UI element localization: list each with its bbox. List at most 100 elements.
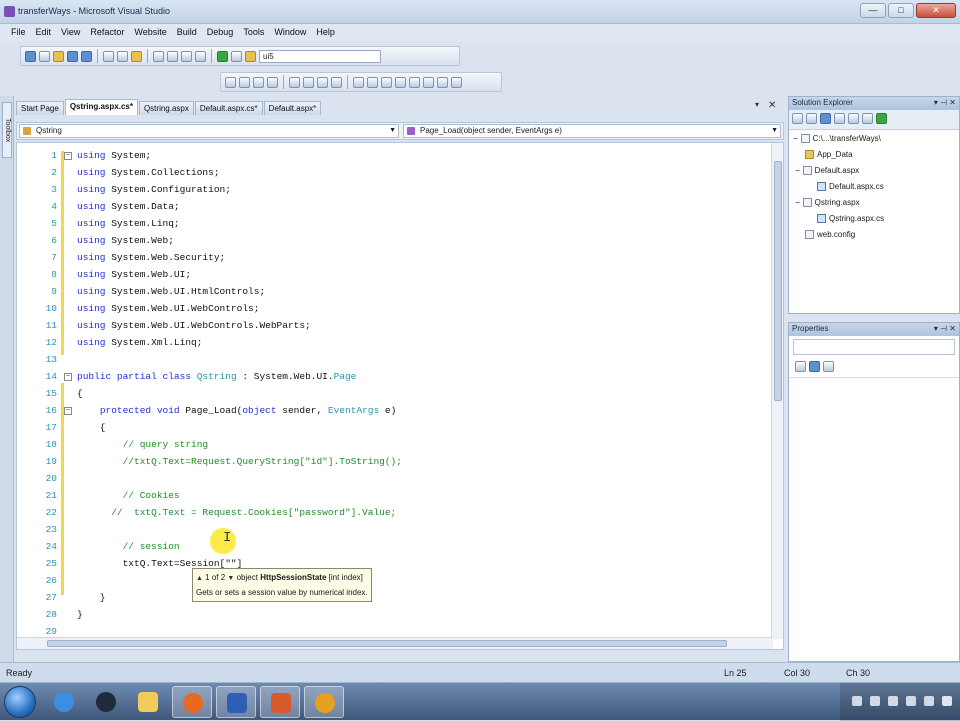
start-button[interactable]	[4, 686, 36, 718]
member-combo[interactable]: Page_Load(object sender, EventArgs e) ▼	[403, 124, 781, 138]
find-icon[interactable]	[231, 50, 242, 62]
menu-website[interactable]: Website	[129, 24, 171, 42]
next-bookmark-icon[interactable]	[381, 76, 392, 88]
editor-horizontal-scrollbar[interactable]	[17, 637, 773, 649]
show-all-files-icon[interactable]	[806, 113, 817, 124]
find-in-files-icon[interactable]	[245, 50, 256, 62]
new-project-icon[interactable]	[25, 50, 36, 62]
network-icon[interactable]	[888, 696, 898, 706]
expander-icon[interactable]: −	[795, 198, 800, 207]
outline-collapse-icon[interactable]: −	[64, 407, 72, 415]
tree-node-qstring-aspx[interactable]: − Qstring.aspx	[795, 198, 860, 207]
minimize-button[interactable]: —	[860, 3, 886, 18]
menu-window[interactable]: Window	[269, 24, 311, 42]
decrease-indent-icon[interactable]	[289, 76, 300, 88]
menu-help[interactable]: Help	[311, 24, 340, 42]
taskbar-internet-explorer[interactable]	[44, 686, 84, 718]
clear-bookmarks-icon[interactable]	[451, 76, 462, 88]
menu-build[interactable]: Build	[172, 24, 202, 42]
display-object-member-list-icon[interactable]	[225, 76, 236, 88]
close-tab-icon[interactable]: ✕	[768, 100, 776, 111]
categorized-icon[interactable]	[795, 361, 806, 372]
navigate-forward-icon[interactable]	[195, 50, 206, 62]
menu-debug[interactable]: Debug	[202, 24, 239, 42]
tree-node-web-config[interactable]: web.config	[805, 230, 855, 239]
start-debugging-icon[interactable]	[217, 50, 228, 62]
volume-icon[interactable]	[906, 696, 916, 706]
class-combo[interactable]: Qstring ▼	[19, 124, 399, 138]
alphabetical-icon[interactable]	[809, 361, 820, 372]
comment-icon[interactable]	[317, 76, 328, 88]
tray-icon[interactable]	[924, 696, 934, 706]
taskbar-visual-studio[interactable]	[304, 686, 344, 718]
expander-icon[interactable]: −	[795, 166, 800, 175]
outline-collapse-icon[interactable]: −	[64, 152, 72, 160]
taskbar-explorer[interactable]	[128, 686, 168, 718]
panel-pin-close-icons[interactable]: ▾ ⊣ ✕	[934, 323, 956, 335]
tab-qstring-aspx[interactable]: Qstring.aspx	[138, 101, 194, 115]
tab-qstring-aspx-cs[interactable]: Qstring.aspx.cs*	[64, 99, 138, 115]
bookmark-icon[interactable]	[353, 76, 364, 88]
refresh-icon[interactable]	[820, 113, 831, 124]
open-file-icon[interactable]	[53, 50, 64, 62]
menu-file[interactable]: File	[6, 24, 31, 42]
show-desktop-icon[interactable]	[942, 696, 952, 706]
cut-icon[interactable]	[103, 50, 114, 62]
paste-icon[interactable]	[131, 50, 142, 62]
next-overload-icon[interactable]: ▼	[227, 575, 234, 582]
quick-info-icon[interactable]	[253, 76, 264, 88]
next-bookmark-in-document-icon[interactable]	[437, 76, 448, 88]
taskbar-word[interactable]	[216, 686, 256, 718]
properties-icon[interactable]	[792, 113, 803, 124]
previous-bookmark-icon[interactable]	[367, 76, 378, 88]
editor-vertical-scrollbar[interactable]	[771, 143, 783, 639]
tab-list-dropdown-icon[interactable]: ▾	[755, 100, 759, 109]
previous-bookmark-in-folder-icon[interactable]	[395, 76, 406, 88]
tab-default-aspx[interactable]: Default.aspx*	[263, 101, 322, 115]
increase-indent-icon[interactable]	[303, 76, 314, 88]
solution-config-combo[interactable]: ui5	[259, 49, 381, 63]
menu-refactor[interactable]: Refactor	[85, 24, 129, 42]
copy-website-icon[interactable]	[862, 113, 873, 124]
tab-default-aspx-cs[interactable]: Default.aspx.cs*	[194, 101, 263, 115]
save-icon[interactable]	[67, 50, 78, 62]
redo-icon[interactable]	[167, 50, 178, 62]
save-all-icon[interactable]	[81, 50, 92, 62]
undo-icon[interactable]	[153, 50, 164, 62]
tree-node-default-aspx-cs[interactable]: Default.aspx.cs	[817, 182, 884, 191]
property-pages-icon[interactable]	[823, 361, 834, 372]
previous-bookmark-in-document-icon[interactable]	[423, 76, 434, 88]
properties-object-combo[interactable]	[793, 339, 955, 355]
taskbar-firefox[interactable]	[172, 686, 212, 718]
scroll-thumb[interactable]	[47, 640, 727, 647]
tree-node-default-aspx[interactable]: − Default.aspx	[795, 166, 859, 175]
tray-icon[interactable]	[870, 696, 880, 706]
outline-collapse-icon[interactable]: −	[64, 373, 72, 381]
taskbar-powerpoint[interactable]	[260, 686, 300, 718]
uncomment-icon[interactable]	[331, 76, 342, 88]
copy-icon[interactable]	[117, 50, 128, 62]
next-bookmark-in-folder-icon[interactable]	[409, 76, 420, 88]
menu-view[interactable]: View	[56, 24, 85, 42]
maximize-button[interactable]: □	[888, 3, 914, 18]
panel-pin-close-icons[interactable]: ▾ ⊣ ✕	[934, 97, 956, 109]
close-button[interactable]: ✕	[916, 3, 956, 18]
toolbox-tab[interactable]: Toolbox	[2, 102, 12, 158]
code-editor[interactable]: 1 using System; 2 using System.Collections…	[16, 142, 784, 650]
tree-node-website[interactable]: − C:\...\transferWays\	[793, 134, 881, 143]
expander-icon[interactable]: −	[793, 134, 798, 143]
navigate-backward-icon[interactable]	[181, 50, 192, 62]
tree-node-qstring-aspx-cs[interactable]: Qstring.aspx.cs	[817, 214, 884, 223]
previous-overload-icon[interactable]: ▲	[196, 575, 203, 582]
scroll-thumb[interactable]	[774, 161, 782, 401]
tree-node-app-data[interactable]: App_Data	[805, 150, 853, 159]
add-item-icon[interactable]	[39, 50, 50, 62]
complete-word-icon[interactable]	[267, 76, 278, 88]
tray-icon[interactable]	[852, 696, 862, 706]
aspnet-configuration-icon[interactable]	[876, 113, 887, 124]
taskbar-hp[interactable]	[86, 686, 126, 718]
view-code-icon[interactable]	[834, 113, 845, 124]
view-designer-icon[interactable]	[848, 113, 859, 124]
parameter-info-icon[interactable]	[239, 76, 250, 88]
menu-edit[interactable]: Edit	[31, 24, 57, 42]
